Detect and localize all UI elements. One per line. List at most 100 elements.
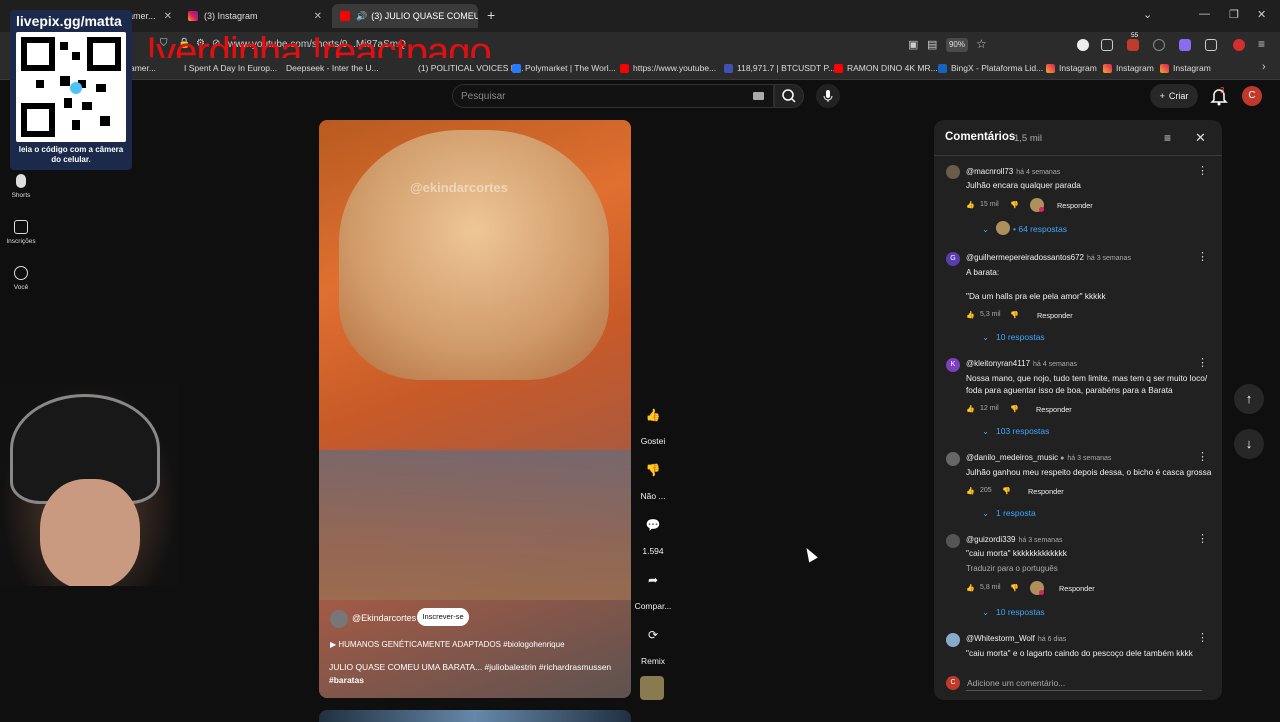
previous-video-button[interactable]: ↑ bbox=[1234, 384, 1264, 414]
comment-author[interactable]: @guizordi339 há 3 semanas bbox=[966, 535, 1062, 544]
avatar[interactable]: G bbox=[946, 252, 960, 266]
chevron-down-icon[interactable]: ⌄ bbox=[982, 224, 989, 235]
more-vert-icon[interactable]: ⋮ bbox=[1197, 631, 1208, 644]
bookmark[interactable]: Deepseek - Inter the U... bbox=[286, 63, 379, 73]
remix-button[interactable]: ⟳ Remix bbox=[634, 622, 672, 666]
reader-icon[interactable]: ▤ bbox=[927, 38, 937, 51]
extension-purple-icon[interactable] bbox=[1179, 39, 1191, 51]
comment-author[interactable]: @danilo_medeiros_music ● há 3 semanas bbox=[966, 453, 1111, 462]
view-replies-button[interactable]: 10 respostas bbox=[996, 332, 1045, 342]
new-tab-button[interactable]: + bbox=[487, 7, 495, 23]
like-icon[interactable]: 👍 bbox=[966, 584, 975, 592]
bookmark[interactable]: https://www.youtube... bbox=[620, 63, 716, 73]
view-replies-button[interactable]: 10 respostas bbox=[996, 607, 1045, 617]
comment-author[interactable]: @kleitonyran4117 há 4 semanas bbox=[966, 359, 1077, 368]
dislike-icon[interactable]: 👎 bbox=[1010, 405, 1019, 413]
dislike-icon[interactable]: 👎 bbox=[1010, 584, 1019, 592]
next-video-preview[interactable] bbox=[319, 710, 631, 722]
extension-puzzle-icon[interactable] bbox=[1101, 39, 1113, 51]
like-button[interactable]: 👍 Gostei bbox=[634, 402, 672, 446]
tab-list-chevron-icon[interactable]: ⌄ bbox=[1143, 8, 1152, 21]
screenshot-icon[interactable]: ▣ bbox=[908, 38, 918, 51]
close-icon[interactable]: ✕ bbox=[306, 11, 322, 22]
subscribe-button[interactable]: Inscrever-se bbox=[417, 608, 469, 626]
like-icon[interactable]: 👍 bbox=[966, 311, 975, 319]
notifications-button[interactable] bbox=[1210, 86, 1228, 106]
view-replies-button[interactable]: • 64 respostas bbox=[1013, 224, 1067, 234]
chevron-down-icon[interactable]: ⌄ bbox=[982, 508, 989, 519]
tab-instagram[interactable]: (3) Instagram ✕ bbox=[180, 4, 330, 28]
star-icon[interactable]: ☆ bbox=[976, 37, 987, 51]
reply-button[interactable]: Responder bbox=[1036, 405, 1072, 414]
extension-g-icon[interactable] bbox=[1077, 39, 1089, 51]
comment-author[interactable]: @guilhermepereiradossantos672 há 3 semana… bbox=[966, 253, 1131, 262]
bookmarks-overflow-icon[interactable]: › bbox=[1262, 61, 1266, 73]
more-vert-icon[interactable]: ⋮ bbox=[1197, 450, 1208, 463]
dislike-icon[interactable]: 👎 bbox=[1010, 201, 1019, 209]
speaker-icon[interactable]: 🔊 bbox=[356, 11, 367, 22]
bookmark[interactable]: BingX - Plataforma Lid... bbox=[938, 63, 1043, 73]
bookmark[interactable]: (1) POLITICAL VOICES E... bbox=[418, 63, 524, 73]
comment-author[interactable]: @Whitestorm_Wolf há 6 dias bbox=[966, 634, 1066, 643]
shorts-video[interactable] bbox=[319, 120, 631, 698]
video-title[interactable]: JULIO QUASE COMEU UMA BARATA... #julioba… bbox=[329, 661, 619, 687]
more-vert-icon[interactable]: ⋮ bbox=[1197, 532, 1208, 545]
comments-button[interactable]: 💬 1.594 bbox=[634, 512, 672, 556]
dislike-button[interactable]: 👎 Não ... bbox=[634, 457, 672, 501]
search-button[interactable] bbox=[774, 84, 804, 108]
chevron-down-icon[interactable]: ⌄ bbox=[982, 426, 989, 437]
next-video-button[interactable]: ↓ bbox=[1234, 429, 1264, 459]
add-comment-input[interactable]: Adicione um comentário... bbox=[967, 678, 1065, 688]
like-icon[interactable]: 👍 bbox=[966, 405, 975, 413]
keyboard-icon[interactable] bbox=[753, 92, 764, 100]
avatar[interactable] bbox=[946, 633, 960, 647]
channel-name[interactable]: @Ekindarcortes bbox=[352, 613, 416, 623]
reply-button[interactable]: Responder bbox=[1057, 201, 1093, 210]
close-comments-icon[interactable]: ✕ bbox=[1195, 130, 1206, 146]
maximize-icon[interactable]: ❐ bbox=[1229, 8, 1239, 21]
more-vert-icon[interactable]: ⋮ bbox=[1197, 356, 1208, 369]
avatar[interactable] bbox=[946, 534, 960, 548]
sidebar-item-shorts[interactable]: Shorts bbox=[0, 174, 42, 199]
bookmark[interactable]: Instagram bbox=[1160, 63, 1211, 73]
dislike-icon[interactable]: 👎 bbox=[1002, 487, 1011, 495]
bookmark[interactable]: amer... bbox=[130, 63, 156, 73]
share-button[interactable]: ➦ Compar... bbox=[634, 567, 672, 611]
bookmark[interactable]: Polymarket | The Worl... bbox=[512, 63, 616, 73]
create-button[interactable]: + Criar bbox=[1150, 84, 1198, 108]
channel-avatar[interactable] bbox=[330, 610, 348, 628]
volume-icon[interactable] bbox=[1153, 39, 1165, 51]
extension-ai-icon[interactable] bbox=[1205, 39, 1217, 51]
voice-search-button[interactable] bbox=[816, 84, 840, 108]
sound-thumbnail[interactable] bbox=[640, 676, 664, 700]
translate-link[interactable]: Traduzir para o português bbox=[966, 563, 1058, 575]
browser-menu-icon[interactable]: ≡ bbox=[1258, 37, 1265, 51]
window-close-icon[interactable]: ✕ bbox=[1257, 8, 1266, 21]
extension-badge-icon[interactable] bbox=[1127, 39, 1139, 51]
avatar[interactable] bbox=[946, 452, 960, 466]
reply-button[interactable]: Responder bbox=[1059, 584, 1095, 593]
view-replies-button[interactable]: 1 resposta bbox=[996, 508, 1036, 518]
bookmark[interactable]: RAMON DINO 4K MR... bbox=[834, 63, 938, 73]
avatar[interactable]: C bbox=[1242, 86, 1262, 106]
chevron-down-icon[interactable]: ⌄ bbox=[982, 607, 989, 618]
reply-button[interactable]: Responder bbox=[1037, 311, 1073, 320]
sidebar-item-you[interactable]: Você bbox=[0, 266, 42, 291]
zoom-level[interactable]: 90% bbox=[946, 38, 968, 52]
more-vert-icon[interactable]: ⋮ bbox=[1197, 164, 1208, 177]
sort-icon[interactable]: ≡ bbox=[1164, 131, 1171, 145]
close-icon[interactable]: ✕ bbox=[156, 11, 172, 22]
bookmark[interactable]: Instagram bbox=[1103, 63, 1154, 73]
dislike-icon[interactable]: 👎 bbox=[1010, 311, 1019, 319]
sidebar-item-subscriptions[interactable]: Inscrições bbox=[0, 220, 42, 245]
minimize-icon[interactable]: — bbox=[1199, 8, 1210, 20]
like-icon[interactable]: 👍 bbox=[966, 201, 975, 209]
like-icon[interactable]: 👍 bbox=[966, 487, 975, 495]
bookmark[interactable]: I Spent A Day In Europ... bbox=[184, 63, 277, 73]
comment-author[interactable]: @macnroll73 há 4 semanas bbox=[966, 167, 1060, 176]
adblock-icon[interactable] bbox=[1233, 39, 1245, 51]
more-vert-icon[interactable]: ⋮ bbox=[1197, 250, 1208, 263]
bookmark[interactable]: 118,971.7 | BTCUSDT P... bbox=[724, 63, 835, 73]
avatar[interactable] bbox=[946, 165, 960, 179]
chevron-down-icon[interactable]: ⌄ bbox=[982, 332, 989, 343]
